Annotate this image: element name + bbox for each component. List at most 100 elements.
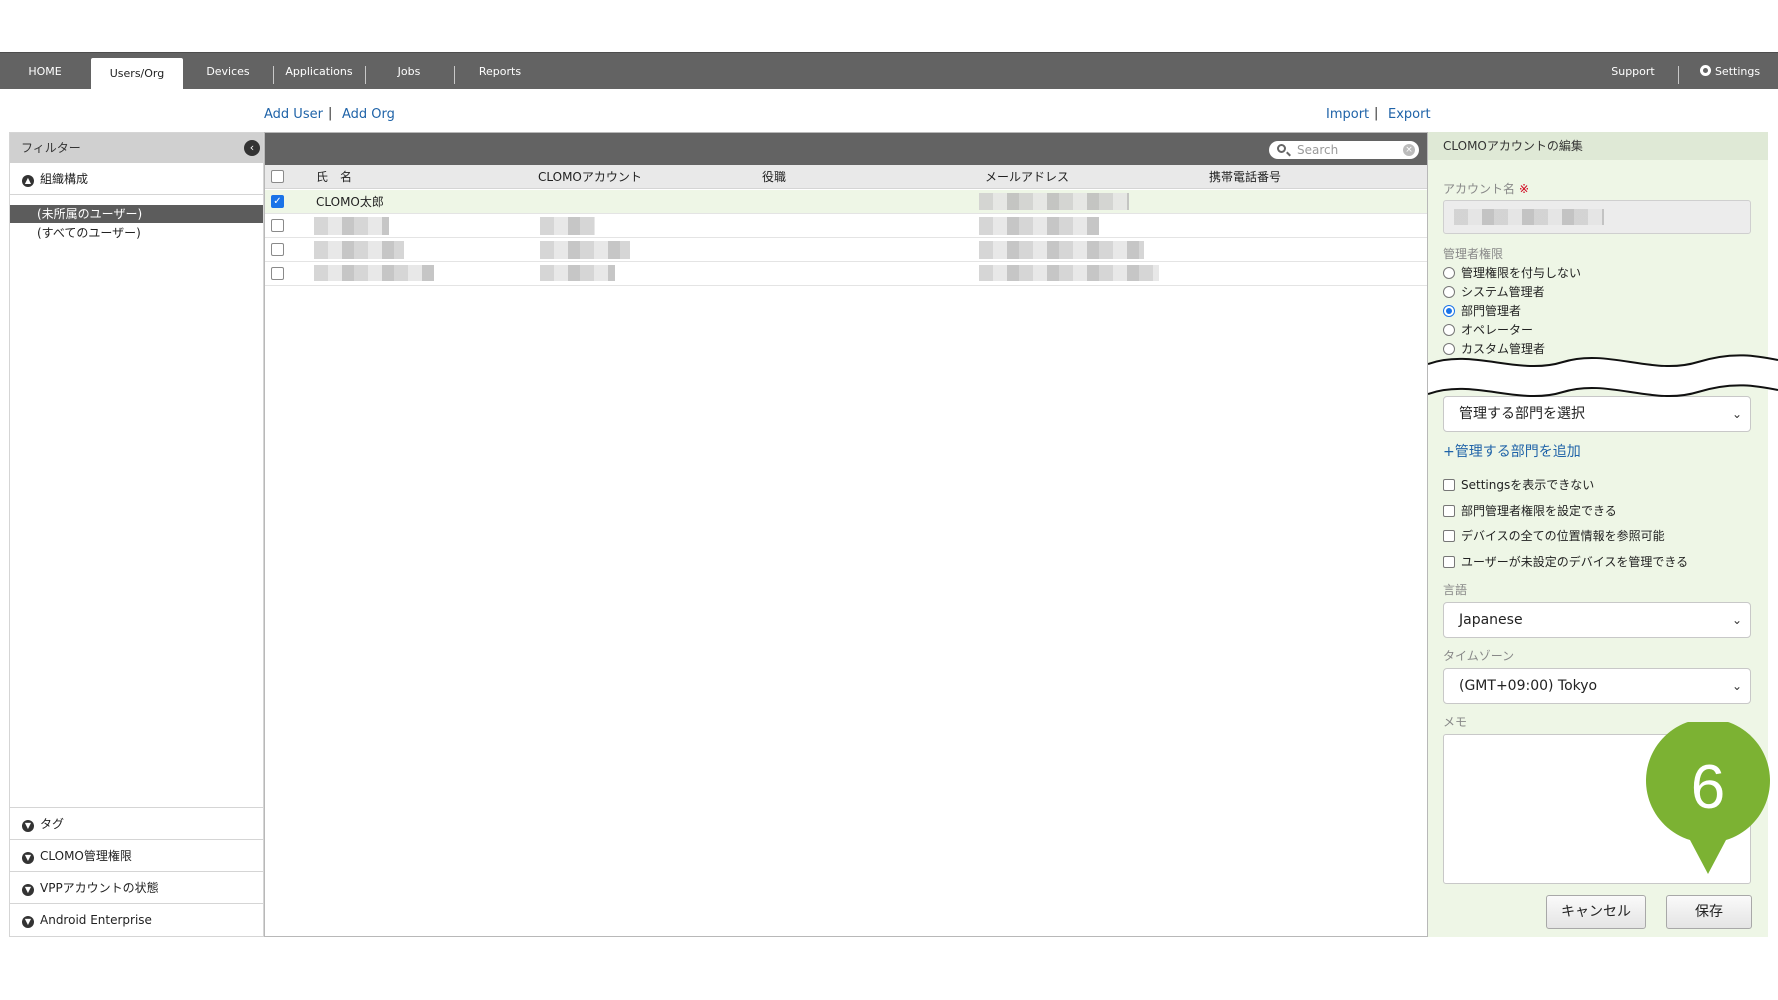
user-list-panel: Search × 氏 名 CLOMOアカウント 役職 メールアドレス 携帯電話番… bbox=[264, 132, 1428, 937]
android-enterprise-section[interactable]: ▼ Android Enterprise bbox=[10, 904, 263, 936]
redacted-account bbox=[540, 265, 615, 281]
table-row[interactable]: ✓ CLOMO太郎 bbox=[265, 190, 1427, 214]
search-input[interactable]: Search × bbox=[1269, 141, 1419, 159]
app-window: HOME Users/Org Devices Applications Jobs… bbox=[0, 0, 1778, 1000]
redacted-email bbox=[979, 217, 1099, 235]
nav-tab-jobs[interactable]: Jobs bbox=[378, 53, 440, 89]
nav-tab-applications[interactable]: Applications bbox=[280, 53, 358, 89]
vpp-account-section[interactable]: ▼ VPPアカウントの状態 bbox=[10, 872, 263, 904]
select-all-checkbox[interactable] bbox=[271, 170, 284, 183]
add-org-link[interactable]: Add Org bbox=[342, 107, 395, 122]
admin-option-label: 管理権限を付与しない bbox=[1461, 266, 1582, 280]
timezone-label: タイムゾーン bbox=[1443, 649, 1515, 663]
radio-button-selected[interactable] bbox=[1443, 305, 1455, 317]
column-header-phone[interactable]: 携帯電話番号 bbox=[1209, 165, 1281, 189]
admin-option-none[interactable]: 管理権限を付与しない bbox=[1443, 265, 1581, 281]
language-select[interactable]: Japanese ⌄ bbox=[1443, 602, 1751, 638]
radio-button[interactable] bbox=[1443, 286, 1455, 298]
clear-search-icon[interactable]: × bbox=[1403, 144, 1415, 156]
link-separator: | bbox=[328, 106, 333, 121]
language-select-value: Japanese bbox=[1459, 612, 1523, 628]
filter-title: フィルター bbox=[21, 141, 81, 155]
filter-bottom-sections: ▼ タグ ▼ CLOMO管理権限 ▼ VPPアカウントの状態 ▼ Android Ent… bbox=[10, 807, 263, 936]
row-checkbox[interactable] bbox=[271, 219, 284, 232]
edit-panel-title: CLOMOアカウントの編集 bbox=[1428, 132, 1768, 160]
chevron-down-icon: ▼ bbox=[22, 820, 34, 832]
option-label: デバイスの全ての位置情報を参照可能 bbox=[1461, 529, 1665, 543]
table-row[interactable] bbox=[265, 238, 1427, 262]
checkbox[interactable] bbox=[1443, 505, 1455, 517]
add-user-link[interactable]: Add User bbox=[264, 107, 323, 122]
row-checkbox[interactable]: ✓ bbox=[271, 195, 284, 208]
table-row[interactable] bbox=[265, 214, 1427, 238]
row-checkbox[interactable] bbox=[271, 243, 284, 256]
import-link[interactable]: Import bbox=[1326, 107, 1369, 122]
redacted-email bbox=[979, 193, 1129, 210]
nav-settings[interactable]: Settings bbox=[1690, 53, 1770, 89]
org-structure-section[interactable]: ▲ 組織構成 bbox=[10, 163, 263, 195]
add-department-link[interactable]: +管理する部門を追加 bbox=[1443, 441, 1581, 461]
cancel-button[interactable]: キャンセル bbox=[1546, 895, 1646, 929]
redacted-name bbox=[314, 217, 389, 235]
nav-tab-reports[interactable]: Reports bbox=[466, 53, 534, 89]
redacted-email bbox=[979, 265, 1159, 281]
nav-separator bbox=[454, 66, 455, 84]
table-toolbar: Search × bbox=[265, 133, 1427, 165]
nav-settings-label: Settings bbox=[1714, 65, 1761, 78]
tag-section[interactable]: ▼ タグ bbox=[10, 808, 263, 840]
checkbox[interactable] bbox=[1443, 479, 1455, 491]
column-header-email[interactable]: メールアドレス bbox=[985, 165, 1069, 189]
chevron-down-icon: ▼ bbox=[22, 916, 34, 928]
filter-panel: フィルター ‹ ▲ 組織構成 (未所属のユーザー) (すべてのユーザー) ▼ タグ … bbox=[9, 132, 264, 937]
gear-icon bbox=[1699, 65, 1711, 76]
nav-tab-users-org[interactable]: Users/Org bbox=[91, 58, 183, 90]
column-header-title[interactable]: 役職 bbox=[762, 165, 786, 189]
option-set-dept-admin[interactable]: 部門管理者権限を設定できる bbox=[1443, 503, 1617, 519]
export-link[interactable]: Export bbox=[1388, 107, 1431, 122]
org-item-unassigned[interactable]: (未所属のユーザー) bbox=[10, 205, 263, 223]
chevron-down-icon: ⌄ bbox=[1731, 613, 1742, 627]
top-nav-bar: HOME Users/Org Devices Applications Jobs… bbox=[0, 52, 1778, 90]
checkbox[interactable] bbox=[1443, 530, 1455, 542]
table-row[interactable] bbox=[265, 262, 1427, 286]
option-manage-unassigned-devices[interactable]: ユーザーが未設定のデバイスを管理できる bbox=[1443, 554, 1688, 570]
admin-option-label: オペレーター bbox=[1461, 323, 1534, 337]
redacted-account-name bbox=[1454, 209, 1604, 225]
admin-option-department[interactable]: 部門管理者 bbox=[1443, 303, 1521, 319]
tag-section-label: タグ bbox=[40, 817, 65, 831]
column-header-name[interactable]: 氏 名 bbox=[316, 165, 352, 189]
memo-label: メモ bbox=[1443, 715, 1468, 729]
nav-support[interactable]: Support bbox=[1600, 53, 1666, 89]
search-icon bbox=[1277, 144, 1286, 153]
option-view-locations[interactable]: デバイスの全ての位置情報を参照可能 bbox=[1443, 528, 1665, 544]
timezone-select-value: (GMT+09:00) Tokyo bbox=[1459, 678, 1598, 694]
row-name: CLOMO太郎 bbox=[316, 195, 384, 209]
clomo-admin-section[interactable]: ▼ CLOMO管理権限 bbox=[10, 840, 263, 872]
filter-header: フィルター ‹ bbox=[10, 133, 263, 163]
redacted-account bbox=[540, 241, 630, 259]
step-number: 6 bbox=[1691, 753, 1725, 822]
option-label: Settingsを表示できない bbox=[1461, 478, 1595, 492]
nav-tab-home[interactable]: HOME bbox=[12, 53, 78, 89]
collapse-panel-icon[interactable]: ‹ bbox=[244, 140, 260, 156]
language-label: 言語 bbox=[1443, 583, 1468, 597]
clomo-admin-section-label: CLOMO管理権限 bbox=[40, 849, 132, 863]
timezone-select[interactable]: (GMT+09:00) Tokyo ⌄ bbox=[1443, 668, 1751, 704]
account-name-input[interactable] bbox=[1443, 200, 1751, 234]
row-checkbox[interactable] bbox=[271, 267, 284, 280]
admin-option-system[interactable]: システム管理者 bbox=[1443, 284, 1545, 300]
org-item-all-users[interactable]: (すべてのユーザー) bbox=[10, 224, 263, 242]
checkbox[interactable] bbox=[1443, 556, 1455, 568]
required-mark: ※ bbox=[1519, 182, 1530, 196]
admin-option-operator[interactable]: オペレーター bbox=[1443, 322, 1533, 338]
nav-tab-devices[interactable]: Devices bbox=[196, 53, 260, 89]
radio-button[interactable] bbox=[1443, 324, 1455, 336]
save-button[interactable]: 保存 bbox=[1666, 895, 1752, 929]
admin-option-label: システム管理者 bbox=[1461, 285, 1545, 299]
nav-separator bbox=[273, 66, 274, 84]
radio-button[interactable] bbox=[1443, 267, 1455, 279]
redacted-email bbox=[979, 241, 1144, 259]
option-hide-settings[interactable]: Settingsを表示できない bbox=[1443, 477, 1594, 493]
chevron-down-icon: ▼ bbox=[22, 852, 34, 864]
column-header-account[interactable]: CLOMOアカウント bbox=[538, 165, 642, 189]
